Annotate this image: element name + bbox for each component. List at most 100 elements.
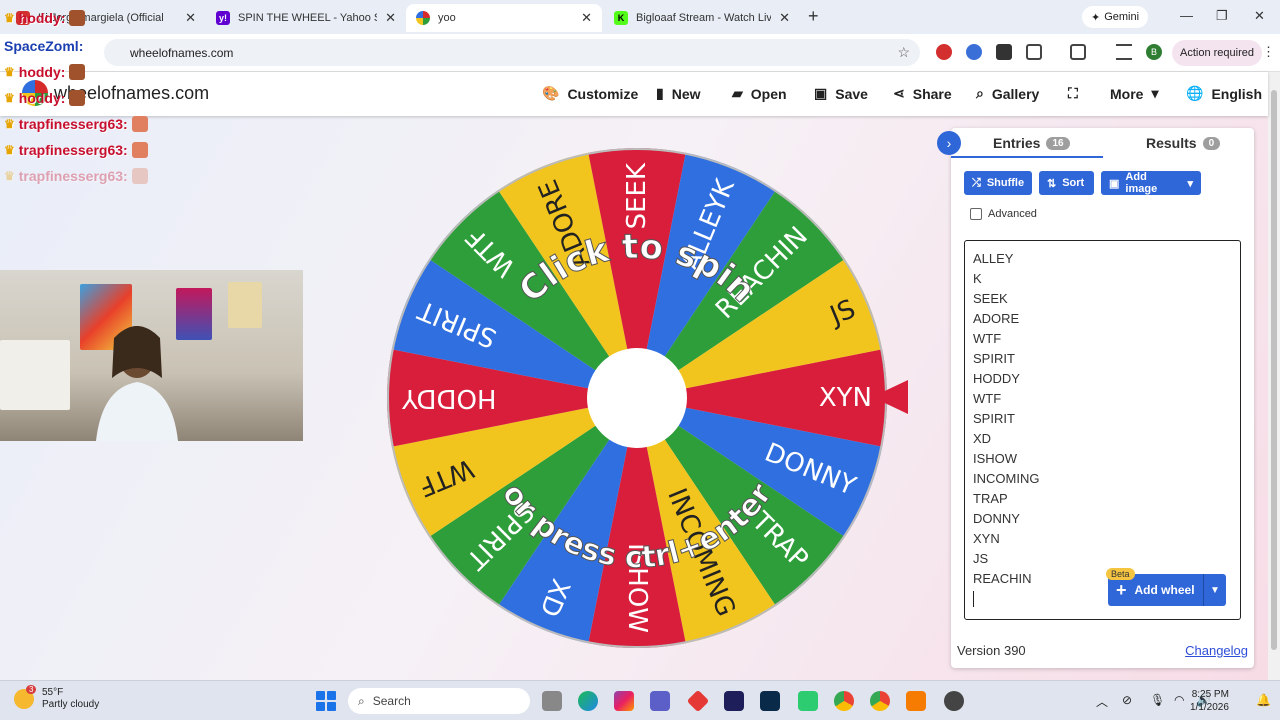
entry-line[interactable]: ADORE bbox=[973, 309, 1232, 329]
bookmark-star-icon[interactable]: ☆ bbox=[897, 44, 910, 61]
tab-results[interactable]: Results 0 bbox=[1146, 135, 1221, 151]
browser-tab[interactable]: K Bigloaaf Stream - Watch Live o ✕ bbox=[604, 4, 800, 32]
cast-icon[interactable] bbox=[1070, 44, 1086, 60]
language-button[interactable]: 🌐 English bbox=[1186, 85, 1262, 102]
entry-line[interactable]: DONNY bbox=[973, 509, 1232, 529]
entry-line[interactable]: SPIRIT bbox=[973, 349, 1232, 369]
gemini-button[interactable]: ✦ Gemini bbox=[1082, 6, 1148, 28]
share-button[interactable]: ⋖ Share bbox=[893, 85, 952, 102]
image-icon: ▣ bbox=[1109, 177, 1120, 190]
time-text: 8:25 PM bbox=[1191, 689, 1229, 700]
wheel-svg[interactable]: XYNDONNYTRAPINCOMINGISHOWXDSPIRITWTFHODD… bbox=[386, 147, 888, 649]
entries-textarea[interactable]: ALLEY K SEEK ADORE WTF SPIRIT HODDY WTF SPIRIT XD… bbox=[964, 240, 1241, 620]
new-button[interactable]: ▮ New bbox=[656, 85, 701, 102]
entry-line[interactable]: ISHOW bbox=[973, 449, 1232, 469]
entry-line[interactable]: XYN bbox=[973, 529, 1232, 549]
taskbar-search[interactable]: ⌕ Search bbox=[348, 688, 530, 714]
weather-condition: Partly cloudy bbox=[42, 699, 100, 710]
extension-icon[interactable] bbox=[996, 44, 1012, 60]
weather-widget[interactable]: 3 55°F Partly cloudy bbox=[14, 685, 100, 711]
teams-icon[interactable] bbox=[650, 691, 670, 711]
edge-icon[interactable] bbox=[578, 691, 598, 711]
app-icon[interactable] bbox=[798, 691, 818, 711]
collapse-panel-button[interactable]: › bbox=[937, 131, 961, 155]
save-label: Save bbox=[835, 85, 868, 102]
start-menu-icon[interactable] bbox=[316, 691, 336, 711]
advanced-toggle[interactable]: Advanced bbox=[970, 208, 1037, 220]
advanced-checkbox[interactable] bbox=[970, 208, 982, 220]
wheel[interactable]: XYN DONNY TRAP INCOMING ISHOW XD SPIRIT WTF HODD… bbox=[386, 147, 888, 649]
profile-avatar[interactable]: B bbox=[1146, 44, 1162, 60]
emote-icon bbox=[69, 64, 86, 80]
tab-entries[interactable]: Entries 16 bbox=[993, 135, 1070, 151]
customize-button[interactable]: 🎨 Customize bbox=[542, 85, 638, 102]
entry-line[interactable]: XD bbox=[973, 429, 1232, 449]
wheel-slice-label: HODDY bbox=[402, 383, 497, 413]
maximize-icon[interactable]: ❐ bbox=[1216, 8, 1228, 24]
add-image-button[interactable]: ▣ Add image ▾ bbox=[1101, 171, 1201, 195]
streamer-figure bbox=[96, 326, 178, 441]
fullscreen-button[interactable]: ⛶ bbox=[1068, 85, 1078, 102]
copilot-icon[interactable] bbox=[614, 691, 634, 711]
notifications-icon[interactable]: 🔔 bbox=[1256, 693, 1271, 707]
emote-icon bbox=[131, 116, 148, 132]
entry-line[interactable]: WTF bbox=[973, 329, 1232, 349]
chat-user: hoddy: bbox=[18, 10, 66, 26]
browser-tab[interactable]: y! SPIN THE WHEEL - Yahoo Sear ✕ bbox=[206, 4, 406, 32]
entry-line[interactable]: SPIRIT bbox=[973, 409, 1232, 429]
globe-icon: 🌐 bbox=[1186, 85, 1204, 101]
entry-line[interactable]: K bbox=[973, 269, 1232, 289]
app-icon[interactable] bbox=[906, 691, 926, 711]
entry-line[interactable]: SEEK bbox=[973, 289, 1232, 309]
gallery-button[interactable]: ⌕ Gallery bbox=[976, 85, 1039, 102]
browser-tab-active[interactable]: yoo ✕ bbox=[406, 4, 602, 32]
weather-icon: 3 bbox=[14, 685, 37, 709]
save-button[interactable]: ▣ Save bbox=[814, 85, 868, 102]
clock[interactable]: 8:25 PM 1/1/2026 bbox=[1190, 688, 1229, 714]
premiere-icon[interactable] bbox=[724, 691, 744, 711]
microphone-icon[interactable]: 🎙 bbox=[1150, 693, 1165, 707]
close-tab-icon[interactable]: ✕ bbox=[581, 10, 592, 26]
wheel-center-hub[interactable] bbox=[587, 348, 687, 448]
obs-icon[interactable] bbox=[944, 691, 964, 711]
temperature: 55°F bbox=[42, 687, 64, 698]
minimize-icon[interactable]: — bbox=[1180, 8, 1193, 23]
url-bar[interactable]: wheelofnames.com ☆ bbox=[104, 39, 920, 66]
chevron-up-icon[interactable]: ︿ bbox=[1096, 693, 1108, 710]
page-scrollbar[interactable] bbox=[1268, 72, 1280, 680]
entry-line[interactable]: JS bbox=[973, 549, 1232, 569]
sort-button[interactable]: ⇅ Sort bbox=[1039, 171, 1094, 195]
changelog-link[interactable]: Changelog bbox=[1185, 643, 1248, 658]
new-tab-icon[interactable]: + bbox=[808, 6, 819, 27]
more-button[interactable]: More ▾ bbox=[1110, 85, 1158, 102]
close-tab-icon[interactable]: ✕ bbox=[185, 10, 196, 26]
entry-line[interactable]: TRAP bbox=[973, 489, 1232, 509]
extension-icon[interactable] bbox=[966, 44, 982, 60]
network-off-icon[interactable]: ⊘ bbox=[1122, 693, 1132, 707]
scrollbar-thumb[interactable] bbox=[1271, 90, 1277, 650]
close-tab-icon[interactable]: ✕ bbox=[779, 10, 790, 26]
chevron-down-icon[interactable]: ▼ bbox=[1204, 585, 1226, 596]
action-required-button[interactable]: Action required bbox=[1172, 40, 1262, 66]
photoshop-icon[interactable] bbox=[760, 691, 780, 711]
chat-user: trapfinesserg63: bbox=[18, 142, 128, 158]
entry-line[interactable]: ALLEY bbox=[973, 249, 1232, 269]
wheel-slice-label: SEEK bbox=[622, 162, 652, 229]
media-icon[interactable] bbox=[1116, 44, 1132, 60]
entry-line[interactable]: HODDY bbox=[973, 369, 1232, 389]
chrome-icon[interactable] bbox=[834, 691, 854, 711]
browser-menu-icon[interactable]: ⋮ bbox=[1262, 44, 1275, 60]
entry-line[interactable]: INCOMING bbox=[973, 469, 1232, 489]
close-window-icon[interactable]: ✕ bbox=[1254, 8, 1265, 24]
open-button[interactable]: ▰ Open bbox=[732, 85, 787, 102]
task-view-icon[interactable] bbox=[542, 691, 562, 711]
wifi-icon[interactable]: ◠ bbox=[1174, 693, 1184, 707]
shuffle-button[interactable]: ⤮ Shuffle bbox=[964, 171, 1032, 195]
chrome-icon[interactable] bbox=[870, 691, 890, 711]
results-count-badge: 0 bbox=[1202, 136, 1221, 150]
app-icon[interactable] bbox=[686, 689, 710, 713]
extensions-puzzle-icon[interactable] bbox=[1026, 44, 1042, 60]
close-tab-icon[interactable]: ✕ bbox=[385, 10, 396, 26]
entry-line[interactable]: WTF bbox=[973, 389, 1232, 409]
extension-icon[interactable] bbox=[936, 44, 952, 60]
